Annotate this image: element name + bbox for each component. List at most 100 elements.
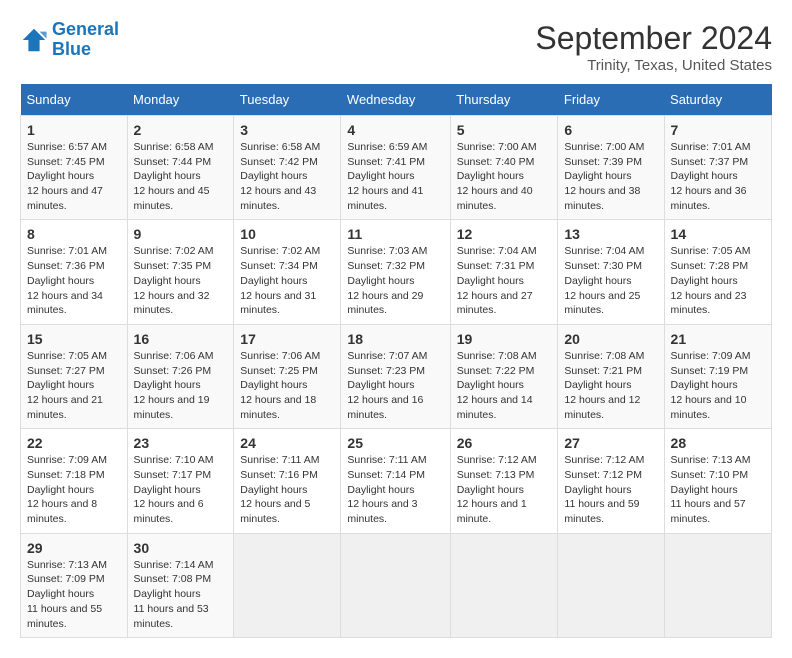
day-number: 6: [564, 122, 657, 138]
day-number: 11: [347, 226, 443, 242]
page-header: General Blue September 2024 Trinity, Tex…: [20, 20, 772, 74]
table-cell: 25 Sunrise: 7:11 AMSunset: 7:14 PMDayligh…: [341, 429, 450, 533]
day-number: 12: [457, 226, 552, 242]
day-info: Sunrise: 7:05 AMSunset: 7:27 PMDaylight …: [27, 349, 121, 422]
table-cell: 4 Sunrise: 6:59 AMSunset: 7:41 PMDaylight…: [341, 116, 450, 220]
table-cell: 15 Sunrise: 7:05 AMSunset: 7:27 PMDayligh…: [21, 324, 128, 428]
day-number: 13: [564, 226, 657, 242]
day-info: Sunrise: 7:08 AMSunset: 7:21 PMDaylight …: [564, 349, 657, 422]
table-cell: [341, 533, 450, 637]
table-cell: 30 Sunrise: 7:14 AMSunset: 7:08 PMDayligh…: [127, 533, 234, 637]
table-cell: 3Sunrise: 6:58 AMSunset: 7:42 PMDaylight…: [234, 116, 341, 220]
table-cell: 14 Sunrise: 7:05 AMSunset: 7:28 PMDayligh…: [664, 220, 771, 324]
table-cell: [234, 533, 341, 637]
day-number: 27: [564, 435, 657, 451]
day-number: 22: [27, 435, 121, 451]
day-number: 14: [671, 226, 765, 242]
table-cell: [558, 533, 664, 637]
day-info: Sunrise: 7:07 AMSunset: 7:23 PMDaylight …: [347, 349, 443, 422]
table-cell: [450, 533, 558, 637]
day-info: Sunrise: 7:11 AMSunset: 7:14 PMDaylight …: [347, 453, 443, 526]
table-cell: 20 Sunrise: 7:08 AMSunset: 7:21 PMDayligh…: [558, 324, 664, 428]
day-info: Sunrise: 7:12 AMSunset: 7:13 PMDaylight …: [457, 453, 552, 526]
day-number: 15: [27, 331, 121, 347]
day-number: 21: [671, 331, 765, 347]
day-info: Sunrise: 7:02 AMSunset: 7:35 PMDaylight …: [134, 244, 228, 317]
table-cell: 11 Sunrise: 7:03 AMSunset: 7:32 PMDayligh…: [341, 220, 450, 324]
table-cell: 12 Sunrise: 7:04 AMSunset: 7:31 PMDayligh…: [450, 220, 558, 324]
day-number: 17: [240, 331, 334, 347]
day-number: 25: [347, 435, 443, 451]
table-cell: 29 Sunrise: 7:13 AMSunset: 7:09 PMDayligh…: [21, 533, 128, 637]
day-info: Sunrise: 7:02 AMSunset: 7:34 PMDaylight …: [240, 244, 334, 317]
day-number: 2: [134, 122, 228, 138]
logo-icon: [20, 26, 48, 54]
day-number: 9: [134, 226, 228, 242]
table-cell: [664, 533, 771, 637]
title-block: September 2024 Trinity, Texas, United St…: [535, 20, 772, 74]
table-cell: 19Sunrise: 7:08 AMSunset: 7:22 PMDayligh…: [450, 324, 558, 428]
day-number: 4: [347, 122, 443, 138]
header-tuesday: Tuesday: [234, 84, 341, 116]
table-cell: 1Sunrise: 6:57 AMSunset: 7:45 PMDaylight…: [21, 116, 128, 220]
table-cell: 8 Sunrise: 7:01 AMSunset: 7:36 PMDaylight…: [21, 220, 128, 324]
day-info: Sunrise: 7:03 AMSunset: 7:32 PMDaylight …: [347, 244, 443, 317]
day-info: Sunrise: 7:01 AMSunset: 7:37 PMDaylight …: [671, 140, 765, 213]
day-number: 29: [27, 540, 121, 556]
day-number: 19: [457, 331, 552, 347]
day-info: Sunrise: 7:06 AMSunset: 7:25 PMDaylight …: [240, 349, 334, 422]
day-number: 24: [240, 435, 334, 451]
table-cell: 2 Sunrise: 6:58 AMSunset: 7:44 PMDaylight…: [127, 116, 234, 220]
day-number: 7: [671, 122, 765, 138]
page-title: September 2024: [535, 20, 772, 57]
day-info: Sunrise: 7:04 AMSunset: 7:31 PMDaylight …: [457, 244, 552, 317]
day-info: Sunrise: 6:59 AMSunset: 7:41 PMDaylight …: [347, 140, 443, 213]
calendar-table: Sunday Monday Tuesday Wednesday Thursday…: [20, 84, 772, 638]
day-info: Sunrise: 7:14 AMSunset: 7:08 PMDaylight …: [134, 558, 228, 631]
table-cell: 7 Sunrise: 7:01 AMSunset: 7:37 PMDaylight…: [664, 116, 771, 220]
day-info: Sunrise: 7:12 AMSunset: 7:12 PMDaylight …: [564, 453, 657, 526]
table-cell: 26 Sunrise: 7:12 AMSunset: 7:13 PMDayligh…: [450, 429, 558, 533]
table-row: 1Sunrise: 6:57 AMSunset: 7:45 PMDaylight…: [21, 116, 772, 220]
day-number: 10: [240, 226, 334, 242]
day-number: 1: [27, 122, 121, 138]
day-info: Sunrise: 7:09 AMSunset: 7:19 PMDaylight …: [671, 349, 765, 422]
header-sunday: Sunday: [21, 84, 128, 116]
day-number: 20: [564, 331, 657, 347]
table-cell: 5Sunrise: 7:00 AMSunset: 7:40 PMDaylight…: [450, 116, 558, 220]
header-friday: Friday: [558, 84, 664, 116]
day-info: Sunrise: 7:13 AMSunset: 7:09 PMDaylight …: [27, 558, 121, 631]
day-number: 18: [347, 331, 443, 347]
day-info: Sunrise: 7:06 AMSunset: 7:26 PMDaylight …: [134, 349, 228, 422]
table-cell: 24 Sunrise: 7:11 AMSunset: 7:16 PMDayligh…: [234, 429, 341, 533]
day-number: 8: [27, 226, 121, 242]
table-row: 8 Sunrise: 7:01 AMSunset: 7:36 PMDaylight…: [21, 220, 772, 324]
day-number: 26: [457, 435, 552, 451]
table-cell: 16Sunrise: 7:06 AMSunset: 7:26 PMDayligh…: [127, 324, 234, 428]
day-info: Sunrise: 6:58 AMSunset: 7:44 PMDaylight …: [134, 140, 228, 213]
day-info: Sunrise: 7:13 AMSunset: 7:10 PMDaylight …: [671, 453, 765, 526]
table-cell: 27 Sunrise: 7:12 AMSunset: 7:12 PMDayligh…: [558, 429, 664, 533]
day-info: Sunrise: 7:10 AMSunset: 7:17 PMDaylight …: [134, 453, 228, 526]
header-monday: Monday: [127, 84, 234, 116]
calendar-header-row: Sunday Monday Tuesday Wednesday Thursday…: [21, 84, 772, 116]
day-info: Sunrise: 7:01 AMSunset: 7:36 PMDaylight …: [27, 244, 121, 317]
day-number: 30: [134, 540, 228, 556]
table-cell: 10 Sunrise: 7:02 AMSunset: 7:34 PMDayligh…: [234, 220, 341, 324]
header-wednesday: Wednesday: [341, 84, 450, 116]
page-subtitle: Trinity, Texas, United States: [535, 57, 772, 74]
table-cell: 6 Sunrise: 7:00 AMSunset: 7:39 PMDaylight…: [558, 116, 664, 220]
logo: General Blue: [20, 20, 119, 60]
day-info: Sunrise: 7:04 AMSunset: 7:30 PMDaylight …: [564, 244, 657, 317]
day-info: Sunrise: 7:05 AMSunset: 7:28 PMDaylight …: [671, 244, 765, 317]
day-number: 23: [134, 435, 228, 451]
table-cell: 28Sunrise: 7:13 AMSunset: 7:10 PMDayligh…: [664, 429, 771, 533]
day-info: Sunrise: 7:09 AMSunset: 7:18 PMDaylight …: [27, 453, 121, 526]
table-cell: 9 Sunrise: 7:02 AMSunset: 7:35 PMDaylight…: [127, 220, 234, 324]
day-info: Sunrise: 7:00 AMSunset: 7:39 PMDaylight …: [564, 140, 657, 213]
day-info: Sunrise: 7:11 AMSunset: 7:16 PMDaylight …: [240, 453, 334, 526]
table-row: 15 Sunrise: 7:05 AMSunset: 7:27 PMDayligh…: [21, 324, 772, 428]
table-cell: 13 Sunrise: 7:04 AMSunset: 7:30 PMDayligh…: [558, 220, 664, 324]
day-info: Sunrise: 7:00 AMSunset: 7:40 PMDaylight …: [457, 140, 552, 213]
table-row: 22 Sunrise: 7:09 AMSunset: 7:18 PMDayligh…: [21, 429, 772, 533]
